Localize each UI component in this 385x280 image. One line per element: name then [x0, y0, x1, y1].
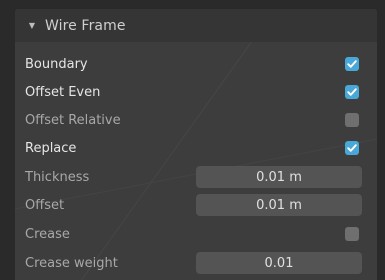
offset-field[interactable]: 0.01 m [196, 194, 362, 216]
offset-even-label: Offset Even [25, 84, 101, 100]
panel-header[interactable]: ▼ Wire Frame [15, 9, 377, 42]
checkmark-icon [347, 60, 357, 68]
offset-even-checkbox[interactable] [345, 85, 359, 99]
crease-weight-field[interactable]: 0.01 [196, 252, 362, 274]
checkmark-icon [347, 88, 357, 96]
offset-even-row[interactable]: Offset Even [15, 78, 377, 106]
boundary-label: Boundary [25, 56, 88, 72]
offset-relative-checkbox[interactable] [345, 113, 359, 127]
boundary-row[interactable]: Boundary [15, 50, 377, 78]
thickness-label: Thickness [25, 169, 90, 185]
replace-row[interactable]: Replace [15, 134, 377, 162]
crease-weight-row: Crease weight 0.01 [15, 249, 377, 277]
properties-editor: ▼ Wire Frame Boundary Offset Even Offset… [0, 0, 385, 280]
crease-weight-label: Crease weight [25, 255, 118, 271]
boundary-checkbox[interactable] [345, 57, 359, 71]
thickness-field[interactable]: 0.01 m [196, 166, 362, 188]
offset-relative-row[interactable]: Offset Relative [15, 106, 377, 134]
thickness-row: Thickness 0.01 m [15, 163, 377, 191]
replace-label: Replace [25, 140, 77, 156]
crease-row[interactable]: Crease [15, 220, 377, 248]
offset-label: Offset [25, 197, 65, 213]
offset-row: Offset 0.01 m [15, 191, 377, 219]
collapse-triangle-icon[interactable]: ▼ [28, 21, 36, 30]
offset-relative-label: Offset Relative [25, 112, 121, 128]
panel-title: Wire Frame [45, 17, 126, 34]
crease-label: Crease [25, 226, 70, 242]
checkmark-icon [347, 144, 357, 152]
wire-frame-panel: ▼ Wire Frame Boundary Offset Even Offset… [15, 9, 377, 280]
replace-checkbox[interactable] [345, 141, 359, 155]
crease-checkbox[interactable] [345, 227, 359, 241]
